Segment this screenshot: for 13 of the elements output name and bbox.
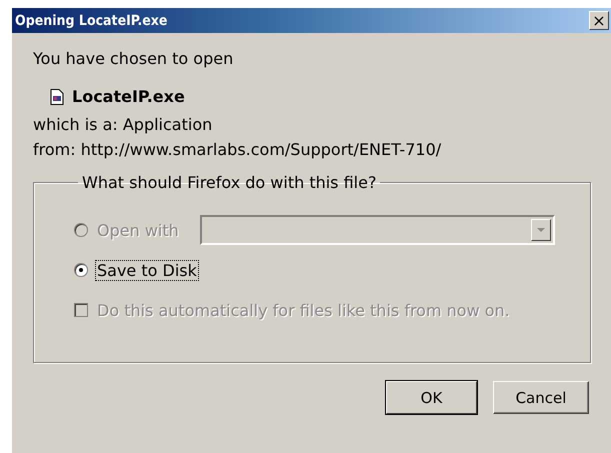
cancel-button[interactable]: Cancel (493, 381, 589, 414)
ok-button[interactable]: OK (386, 381, 477, 414)
file-name: LocateIP.exe (72, 87, 185, 106)
radio-label[interactable]: Save to Disk (96, 260, 198, 280)
dropdown-arrow-icon (536, 228, 545, 232)
source-url-text: from: http://www.smarlabs.com/Support/ENET-710/ (33, 140, 442, 159)
file-type-text: which is a: Application (33, 115, 214, 134)
window-title: Opening LocateIP.exe (15, 12, 168, 28)
close-button[interactable]: × (589, 11, 609, 30)
radio-button[interactable] (74, 263, 88, 277)
group-legend: What should Firefox do with this file? (78, 173, 380, 192)
application-file-icon (50, 88, 64, 104)
intro-text: You have chosen to open (33, 49, 234, 68)
